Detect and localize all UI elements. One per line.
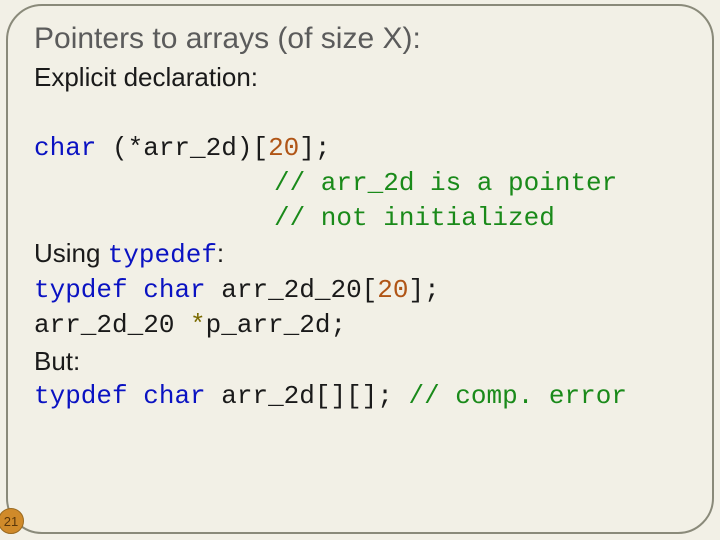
- code-line-3: typdef char arr_2d_20[20];: [34, 273, 686, 308]
- code-line-6: typdef char arr_2d[][]; // comp. error: [34, 379, 686, 414]
- code-line-using: Using typedef:: [34, 236, 686, 273]
- keyword-typedef: typedef: [108, 240, 217, 270]
- code-text: ];: [299, 133, 330, 163]
- comment-line-2: // not initialized: [34, 201, 686, 236]
- plain-text: Using: [34, 238, 108, 268]
- code-text: arr_2d[][];: [206, 381, 409, 411]
- slide-frame: Pointers to arrays (of size X): Explicit…: [6, 4, 714, 534]
- comment-line-1: // arr_2d is a pointer: [34, 166, 686, 201]
- code-line-4: arr_2d_20 *p_arr_2d;: [34, 308, 686, 343]
- keyword-typedef: typdef: [34, 381, 128, 411]
- code-text: arr_2d_20[: [206, 275, 378, 305]
- keyword-char: char: [143, 381, 205, 411]
- keyword-char: char: [143, 275, 205, 305]
- comment-error: // comp. error: [409, 381, 627, 411]
- code-line-but: But:: [34, 344, 686, 379]
- slide: Pointers to arrays (of size X): Explicit…: [0, 0, 720, 540]
- keyword-typedef: typdef: [34, 275, 128, 305]
- operator-star: *: [190, 310, 206, 340]
- code-text: p_arr_2d;: [206, 310, 346, 340]
- code-line-1: char (*arr_2d)[20];: [34, 131, 686, 166]
- code-text: ];: [409, 275, 440, 305]
- page-number-badge: 21: [0, 508, 24, 534]
- plain-text: :: [217, 238, 224, 268]
- slide-subhead: Explicit declaration:: [34, 62, 686, 93]
- code-text: (*arr_2d)[: [96, 133, 268, 163]
- keyword-char: char: [34, 133, 96, 163]
- code-text: arr_2d_20: [34, 310, 190, 340]
- number-literal: 20: [377, 275, 408, 305]
- slide-title: Pointers to arrays (of size X):: [34, 22, 686, 56]
- code-block: char (*arr_2d)[20]; // arr_2d is a point…: [34, 131, 686, 414]
- number-literal: 20: [268, 133, 299, 163]
